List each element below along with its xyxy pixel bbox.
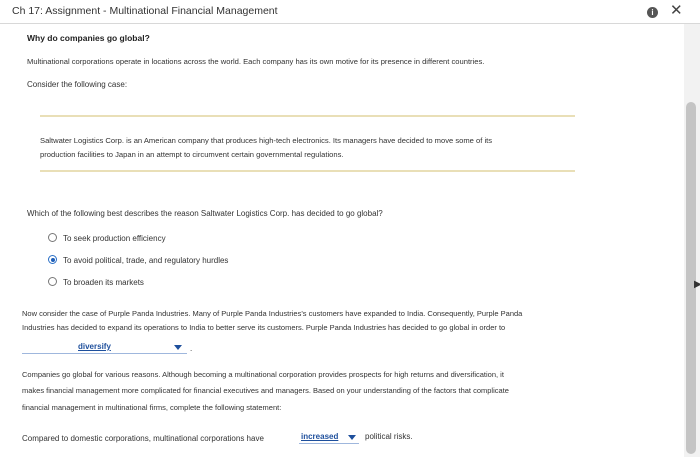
chevron-down-icon[interactable] [174,345,182,350]
scrollbar-thumb[interactable] [686,102,696,454]
section-heading: Why do companies go global? [27,33,150,43]
dropdown-value[interactable]: increased [301,432,338,441]
statement-after: political risks. [365,432,413,441]
question2-line2: Industries has decided to expand its ope… [22,323,506,332]
radio-broaden-markets[interactable] [48,277,57,286]
case-text-line2: production facilities to Japan in an att… [40,150,344,159]
option-label[interactable]: To broaden its markets [63,278,144,287]
radio-avoid-hurdles[interactable] [48,255,57,264]
option-label[interactable]: To avoid political, trade, and regulator… [63,256,228,265]
motive-dropdown[interactable]: diversify [22,342,187,354]
case-bottom-divider [40,170,575,172]
info-icon[interactable]: i [647,7,658,18]
question2-line1: Now consider the case of Purple Panda In… [22,309,523,318]
consider-text: Consider the following case: [27,80,128,89]
case-top-divider [40,115,575,117]
close-icon[interactable]: ✕ [670,3,683,19]
statement-before: Compared to domestic corporations, multi… [22,434,264,443]
chevron-down-icon[interactable] [348,435,356,440]
intro-text: Multinational corporations operate in lo… [27,57,485,66]
question3-line2: makes financial management more complica… [22,386,509,395]
dropdown-value[interactable]: diversify [78,342,111,351]
question2-period: . [190,344,193,353]
option-label[interactable]: To seek production efficiency [63,234,166,243]
question3-line3: financial management in multinational fi… [22,403,282,412]
window-titlebar: Ch 17: Assignment - Multinational Financ… [0,0,700,24]
window-title: Ch 17: Assignment - Multinational Financ… [12,5,278,17]
risk-dropdown[interactable]: increased [299,432,359,444]
arrow-right-icon: ▶ [694,279,700,290]
question3-line1: Companies go global for various reasons.… [22,370,504,379]
assignment-content: Why do companies go global? Multinationa… [0,24,684,457]
case-text-line1: Saltwater Logistics Corp. is an American… [40,136,493,145]
radio-production-efficiency[interactable] [48,233,57,242]
question1-prompt: Which of the following best describes th… [27,209,383,218]
